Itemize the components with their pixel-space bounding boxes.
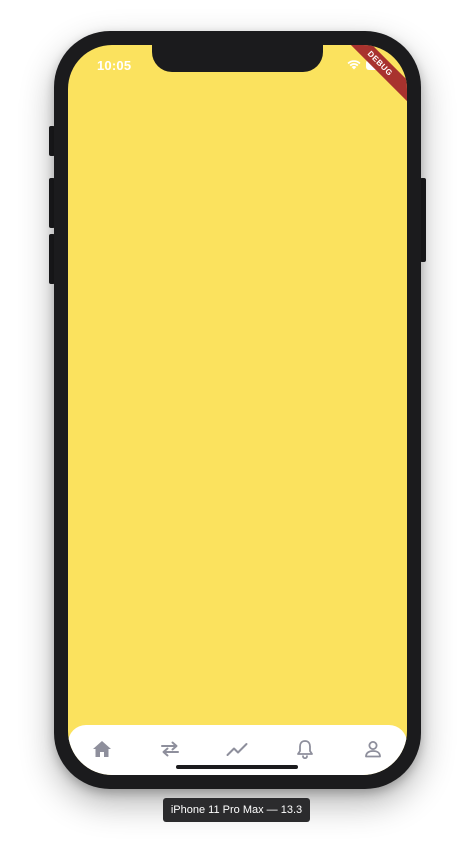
- phone-frame: 10:05 DEBUG: [54, 31, 421, 789]
- simulator-stage: 10:05 DEBUG iPhone 11 Pro Max — 13.3: [0, 0, 474, 850]
- app-screen[interactable]: 10:05 DEBUG: [68, 45, 407, 775]
- nav-item-home[interactable]: [82, 738, 122, 760]
- notch: [152, 45, 323, 72]
- device-label: iPhone 11 Pro Max — 13.3: [163, 798, 310, 822]
- nav-item-notifications[interactable]: [285, 738, 325, 760]
- wifi-icon: [347, 60, 361, 70]
- person-icon: [365, 741, 381, 758]
- transfer-arrows-icon: [160, 741, 179, 757]
- nav-item-profile[interactable]: [353, 738, 393, 760]
- status-time: 10:05: [97, 58, 132, 73]
- home-indicator[interactable]: [176, 765, 298, 769]
- home-icon: [92, 741, 111, 757]
- trending-chart-icon: [226, 743, 248, 756]
- bell-icon: [297, 740, 314, 759]
- debug-banner: DEBUG: [335, 45, 407, 108]
- nav-item-trending[interactable]: [217, 738, 257, 760]
- nav-item-transfer[interactable]: [150, 738, 190, 760]
